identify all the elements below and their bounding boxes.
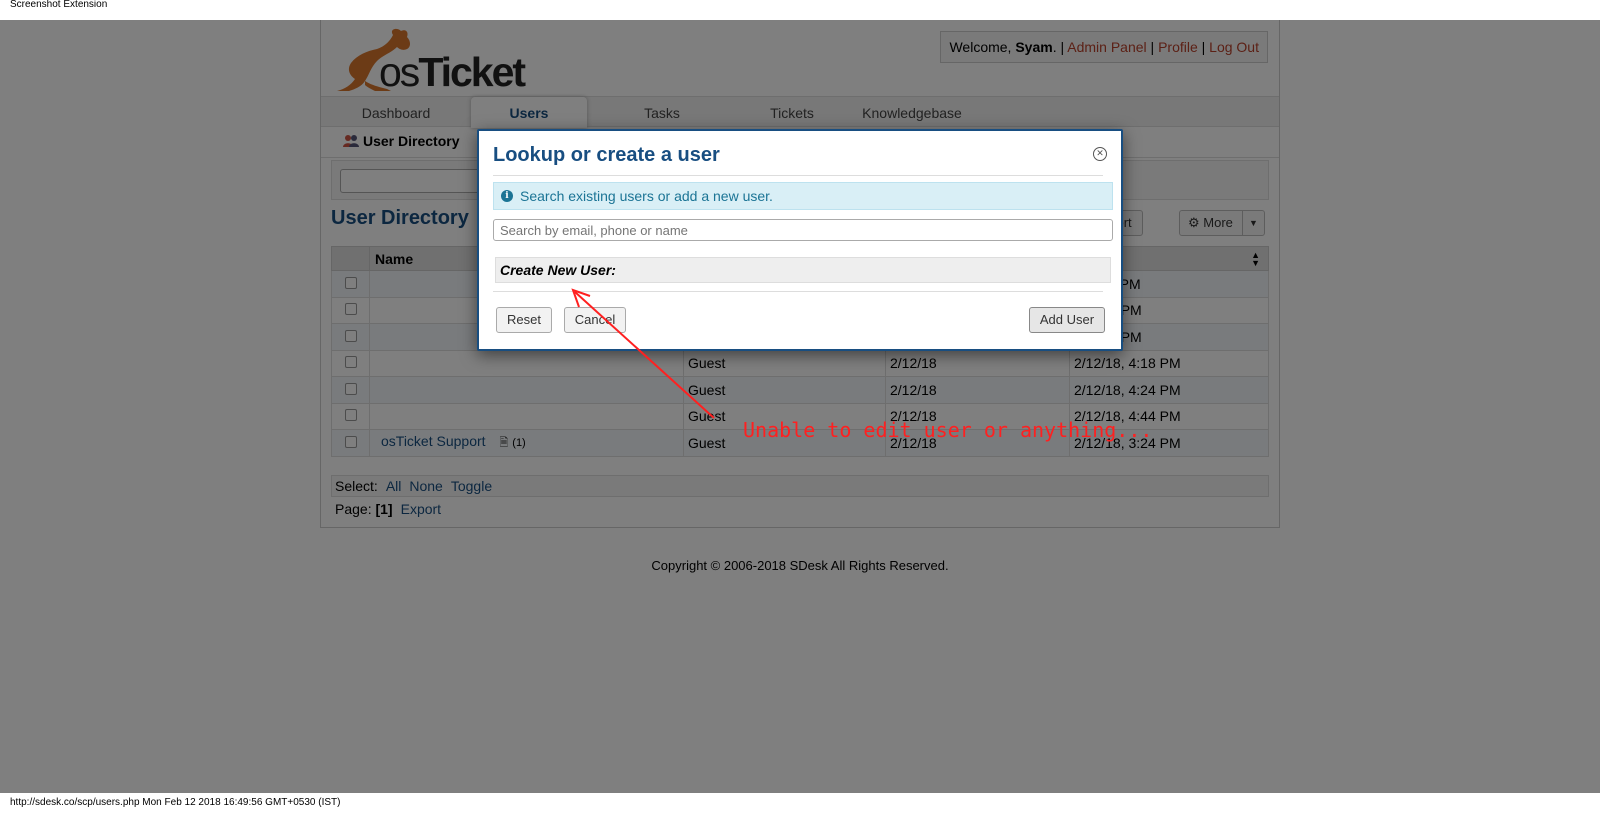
divider — [493, 175, 1103, 176]
divider — [493, 291, 1103, 292]
dialog-title: Lookup or create a user — [493, 144, 720, 166]
lookup-user-dialog: Lookup or create a user ✕ i Search exist… — [477, 129, 1123, 351]
create-new-user-header: Create New User: — [495, 257, 1111, 283]
add-user-button[interactable]: Add User — [1029, 307, 1105, 333]
annotation-text: Unable to edit user or anything... — [743, 418, 1153, 442]
status-bar: http://sdesk.co/scp/users.php Mon Feb 12… — [0, 793, 1600, 813]
extension-label: Screenshot Extension — [10, 0, 108, 10]
info-banner: i Search existing users or add a new use… — [493, 182, 1113, 210]
page: osTicket Welcome, Syam. | Admin Panel | … — [0, 20, 1600, 793]
close-icon[interactable]: ✕ — [1093, 147, 1107, 161]
cancel-button[interactable]: Cancel — [564, 307, 626, 333]
status-url: http://sdesk.co/scp/users.php Mon Feb 12… — [10, 797, 341, 808]
info-icon: i — [501, 190, 513, 202]
extension-bar: Screenshot Extension — [0, 0, 1600, 20]
user-lookup-input[interactable] — [493, 219, 1113, 241]
reset-button[interactable]: Reset — [496, 307, 552, 333]
info-text: Search existing users or add a new user. — [520, 188, 773, 204]
